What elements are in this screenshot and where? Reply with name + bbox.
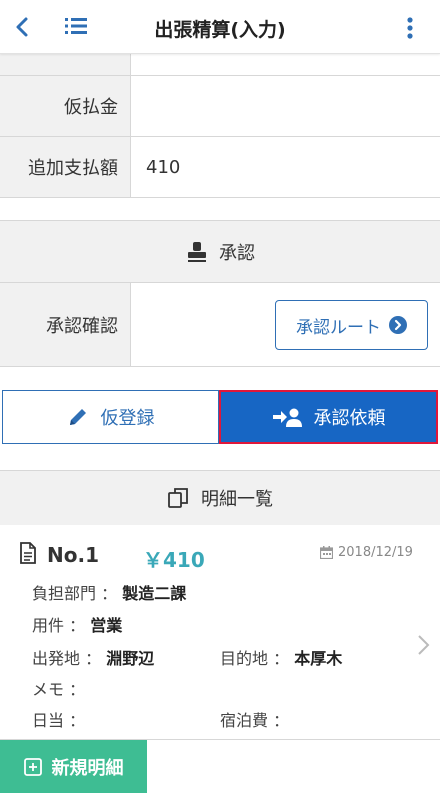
new-detail-button[interactable]: 新規明細 bbox=[0, 740, 147, 793]
approval-section-title: 承認 bbox=[219, 242, 255, 264]
temp-save-label: 仮登録 bbox=[100, 408, 155, 429]
request-approval-button[interactable]: 承認依頼 bbox=[219, 390, 438, 444]
department-label: 負担部門 ： bbox=[32, 584, 118, 603]
approval-confirm-label: 承認確認 bbox=[0, 283, 131, 366]
app-header: 出張精算(入力) bbox=[0, 0, 440, 54]
detail-to: 目的地 ： 本厚木 bbox=[220, 645, 342, 669]
detail-date: 2018/12/19 bbox=[320, 545, 413, 560]
arrow-circle-right-icon bbox=[389, 316, 407, 334]
from-value: 淵野辺 bbox=[106, 649, 155, 668]
document-icon bbox=[19, 542, 37, 568]
details-section-header: 明細一覧 bbox=[0, 470, 440, 526]
daily-allowance-label: 日当 ： bbox=[32, 711, 86, 730]
user-arrow-icon bbox=[272, 406, 302, 428]
lodging-label: 宿泊費 ： bbox=[220, 711, 290, 730]
form-label bbox=[0, 54, 131, 75]
detail-number: No.1 bbox=[19, 542, 99, 568]
purpose-label: 用件 ： bbox=[32, 616, 86, 635]
additional-payment-label: 追加支払額 bbox=[0, 137, 131, 197]
new-detail-label: 新規明細 bbox=[51, 757, 124, 779]
purpose-value: 営業 bbox=[90, 616, 123, 635]
to-value: 本厚木 bbox=[294, 649, 343, 668]
department-value: 製造二課 bbox=[122, 584, 187, 603]
detail-memo: メモ ： bbox=[32, 676, 85, 700]
detail-list-item[interactable]: No.1 ￥410 2018/12/19 負担部門 ： 製造二課 用件 ： 営業… bbox=[0, 525, 440, 740]
form-row-partial bbox=[0, 54, 440, 76]
detail-date-text: 2018/12/19 bbox=[338, 545, 413, 560]
detail-amount: ￥410 bbox=[143, 548, 205, 572]
pencil-icon bbox=[67, 406, 89, 428]
detail-daily-allowance: 日当 ： bbox=[32, 707, 85, 731]
copy-icon bbox=[167, 486, 191, 510]
to-label: 目的地 ： bbox=[220, 649, 290, 668]
detail-lodging: 宿泊費 ： bbox=[220, 707, 289, 731]
detail-purpose: 用件 ： 営業 bbox=[32, 612, 122, 636]
plus-square-icon bbox=[23, 757, 42, 776]
detail-department: 負担部門 ： 製造二課 bbox=[32, 580, 186, 604]
page-title: 出張精算(入力) bbox=[154, 19, 286, 41]
memo-label: メモ ： bbox=[32, 680, 86, 699]
request-approval-label: 承認依頼 bbox=[313, 408, 386, 429]
additional-payment-value: 410 bbox=[146, 156, 181, 178]
from-label: 出発地 ： bbox=[32, 649, 102, 668]
chevron-right-icon bbox=[415, 633, 431, 657]
detail-number-text: No.1 bbox=[47, 543, 99, 567]
detail-from: 出発地 ： 淵野辺 bbox=[32, 645, 154, 669]
details-section-title: 明細一覧 bbox=[201, 489, 273, 510]
form-row-additional-payment: 追加支払額 410 bbox=[0, 137, 440, 198]
advance-label: 仮払金 bbox=[0, 76, 131, 136]
calendar-icon bbox=[320, 546, 333, 559]
form-row-advance: 仮払金 bbox=[0, 76, 440, 137]
approval-route-button[interactable]: 承認ルート bbox=[275, 300, 428, 350]
more-vertical-icon[interactable] bbox=[401, 14, 419, 42]
approval-route-label: 承認ルート bbox=[296, 317, 381, 338]
stamp-icon bbox=[185, 240, 209, 264]
temp-save-button[interactable]: 仮登録 bbox=[2, 390, 219, 444]
approval-section-header: 承認 bbox=[0, 220, 440, 283]
